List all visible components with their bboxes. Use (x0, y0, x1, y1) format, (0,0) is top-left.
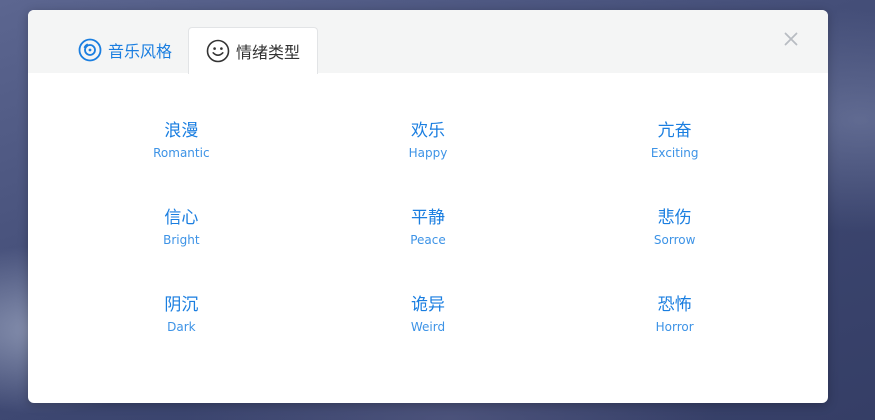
mood-option-sorrow[interactable]: 悲伤 Sorrow (551, 207, 798, 294)
mood-cn-label: 信心 (164, 208, 199, 228)
mood-option-happy[interactable]: 欢乐 Happy (305, 120, 552, 207)
mood-cn-label: 平静 (411, 208, 445, 228)
mood-cn-label: 浪漫 (164, 121, 199, 141)
tab-mood-type-label: 情绪类型 (236, 43, 301, 62)
mood-en-label: Horror (655, 320, 694, 334)
mood-row: 浪漫 Romantic 欢乐 Happy 亢奋 Exciting (58, 120, 798, 207)
mood-en-label: Dark (167, 320, 196, 334)
mood-cn-label: 阴沉 (164, 295, 199, 315)
mood-en-label: Peace (410, 233, 446, 247)
tab-music-style-label: 音乐风格 (108, 42, 173, 61)
mood-en-label: Exciting (650, 146, 699, 160)
disc-icon (78, 38, 102, 62)
mood-row: 信心 Bright 平静 Peace 悲伤 Sorrow (58, 207, 798, 294)
mood-cn-label: 诡异 (411, 295, 445, 315)
mood-option-peace[interactable]: 平静 Peace (305, 207, 552, 294)
tab-mood-type[interactable]: 情绪类型 (188, 27, 318, 74)
close-button[interactable] (782, 30, 800, 48)
mood-option-bright[interactable]: 信心 Bright (58, 207, 305, 294)
tab-music-style[interactable]: 音乐风格 (76, 27, 174, 73)
mood-option-weird[interactable]: 诡异 Weird (305, 294, 552, 381)
smile-icon (206, 39, 230, 63)
mood-option-dark[interactable]: 阴沉 Dark (58, 294, 305, 381)
mood-en-label: Romantic (153, 146, 210, 160)
mood-en-label: Bright (163, 233, 200, 247)
mood-en-label: Sorrow (653, 233, 696, 247)
mood-cn-label: 悲伤 (657, 208, 692, 228)
mood-grid: 浪漫 Romantic 欢乐 Happy 亢奋 Exciting 信心 Brig… (58, 120, 798, 381)
mood-option-romantic[interactable]: 浪漫 Romantic (58, 120, 305, 207)
mood-option-exciting[interactable]: 亢奋 Exciting (551, 120, 798, 207)
mood-option-horror[interactable]: 恐怖 Horror (551, 294, 798, 381)
dialog-header: 音乐风格 情绪类型 (28, 10, 828, 74)
mood-en-label: Weird (410, 320, 446, 334)
mood-cn-label: 亢奋 (657, 121, 692, 141)
mood-en-label: Happy (408, 146, 448, 160)
mood-row: 阴沉 Dark 诡异 Weird 恐怖 Horror (58, 294, 798, 381)
close-icon (782, 32, 800, 52)
mood-dialog: 音乐风格 情绪类型 浪漫 Romantic 欢乐 Happy 亢奋 Exciti… (28, 10, 828, 403)
mood-cn-label: 恐怖 (657, 295, 692, 315)
mood-cn-label: 欢乐 (411, 121, 445, 141)
